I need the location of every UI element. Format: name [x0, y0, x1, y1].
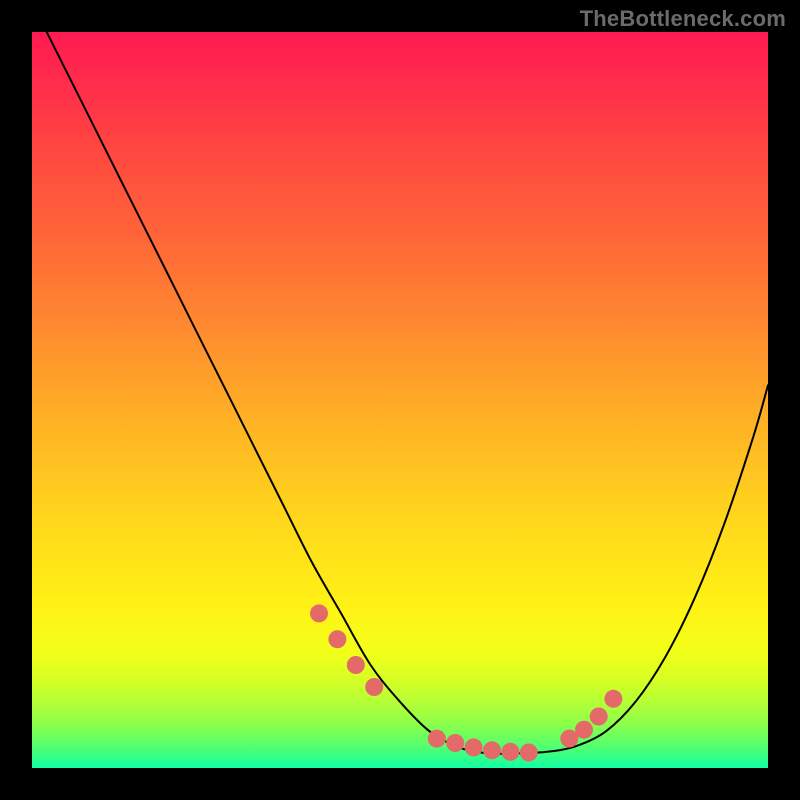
highlight-dot	[328, 630, 346, 648]
highlight-dot	[428, 730, 446, 748]
highlight-dot	[483, 741, 501, 759]
curve-layer	[32, 32, 768, 768]
highlight-dot	[520, 744, 538, 762]
highlight-dot	[365, 678, 383, 696]
highlight-dot	[465, 738, 483, 756]
plot-area	[32, 32, 768, 768]
chart-frame: TheBottleneck.com	[0, 0, 800, 800]
watermark-text: TheBottleneck.com	[580, 6, 786, 32]
highlight-dot	[347, 656, 365, 674]
bottleneck-curve	[47, 32, 768, 754]
highlight-dot	[501, 743, 519, 761]
highlight-dot	[590, 708, 608, 726]
highlight-dot	[310, 604, 328, 622]
highlight-dot	[446, 734, 464, 752]
highlight-dot	[604, 690, 622, 708]
highlight-dots	[310, 604, 622, 761]
highlight-dot	[575, 721, 593, 739]
